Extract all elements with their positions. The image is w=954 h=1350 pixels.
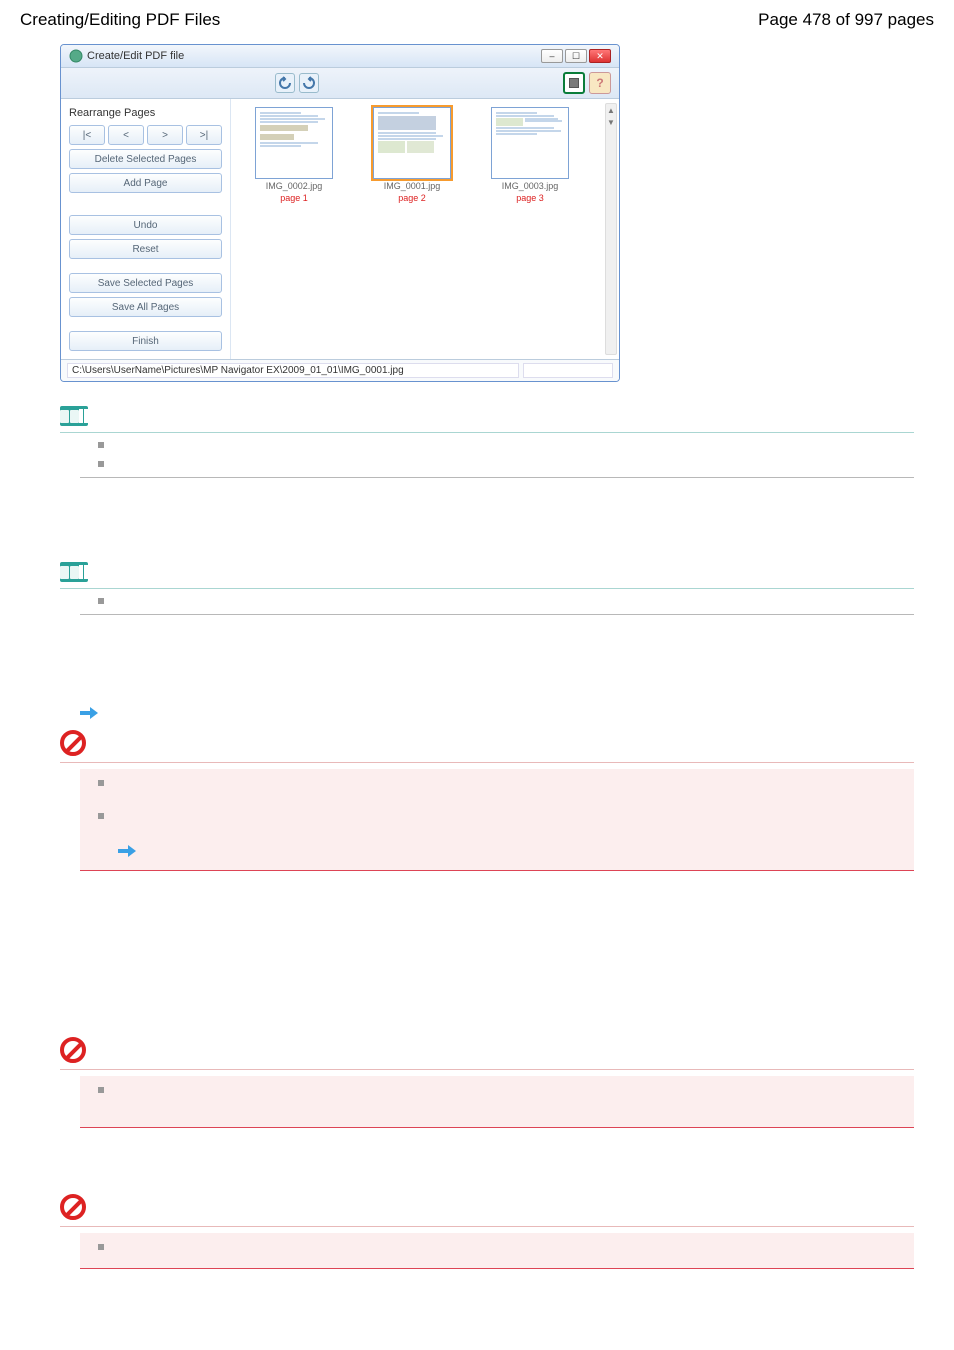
rearrange-label: Rearrange Pages	[69, 107, 222, 119]
separator	[60, 588, 914, 589]
thumbnail-filename: IMG_0003.jpg	[502, 181, 559, 191]
rotate-left-icon[interactable]	[275, 73, 295, 93]
separator	[60, 1069, 914, 1070]
note-icon	[60, 562, 88, 582]
undo-button[interactable]: Undo	[69, 215, 222, 235]
finish-button[interactable]: Finish	[69, 331, 222, 351]
important-bullet	[98, 1241, 914, 1250]
prev-page-button[interactable]: <	[108, 125, 144, 145]
thumbnail-item[interactable]: IMG_0002.jpg page 1	[239, 107, 349, 203]
separator	[60, 762, 914, 763]
important-bullet	[98, 810, 914, 819]
page-title: Creating/Editing PDF Files	[20, 10, 220, 30]
thumbnail-image	[491, 107, 569, 179]
thumbnail-item[interactable]: IMG_0001.jpg page 2	[357, 107, 467, 203]
save-all-button[interactable]: Save All Pages	[69, 297, 222, 317]
last-page-button[interactable]: >|	[186, 125, 222, 145]
thumbnail-filename: IMG_0001.jpg	[384, 181, 441, 191]
note-bullet	[98, 458, 934, 467]
delete-selected-button[interactable]: Delete Selected Pages	[69, 149, 222, 169]
important-icon	[60, 1194, 86, 1220]
thumbnail-pagenum: page 1	[280, 193, 308, 203]
window-toolbar: ?	[61, 68, 619, 99]
thumbnail-item[interactable]: IMG_0003.jpg page 3	[475, 107, 585, 203]
status-bar: C:\Users\UserName\Pictures\MP Navigator …	[61, 359, 619, 381]
window-title-bar: Create/Edit PDF file – ☐ ✕	[61, 45, 619, 68]
help-button[interactable]: ?	[589, 72, 611, 94]
thumbnail-filename: IMG_0002.jpg	[266, 181, 323, 191]
note-bullet	[98, 595, 934, 604]
rotate-right-icon[interactable]	[299, 73, 319, 93]
thumbnail-scrollbar[interactable]: ▲ ▼	[605, 103, 617, 355]
add-page-button[interactable]: Add Page	[69, 173, 222, 193]
reset-button[interactable]: Reset	[69, 239, 222, 259]
thumbnail-pagenum: page 3	[516, 193, 544, 203]
separator	[60, 432, 914, 433]
important-icon	[60, 1037, 86, 1063]
important-block	[80, 1233, 914, 1268]
first-page-button[interactable]: |<	[69, 125, 105, 145]
app-icon	[69, 49, 83, 63]
separator	[60, 1226, 914, 1227]
status-path: C:\Users\UserName\Pictures\MP Navigator …	[67, 363, 519, 378]
scroll-down-icon[interactable]: ▼	[606, 116, 616, 128]
sidebar-panel: Rearrange Pages |< < > >| Delete Selecte…	[61, 99, 231, 359]
thumbnail-pagenum: page 2	[398, 193, 426, 203]
thumbnail-image	[255, 107, 333, 179]
thumbnail-image	[373, 107, 451, 179]
scroll-up-icon[interactable]: ▲	[606, 104, 616, 116]
important-bullet	[98, 777, 914, 786]
view-mode-button[interactable]	[563, 72, 585, 94]
save-selected-button[interactable]: Save Selected Pages	[69, 273, 222, 293]
page-counter: Page 478 of 997 pages	[758, 10, 934, 30]
status-pane	[523, 363, 613, 378]
note-icon	[60, 406, 88, 426]
important-icon	[60, 730, 86, 756]
window-title: Create/Edit PDF file	[87, 50, 184, 62]
thumbnail-area: IMG_0002.jpg page 1 IMG_0001.jpg page 2	[231, 99, 619, 359]
separator	[80, 1268, 914, 1269]
note-bullet	[98, 439, 934, 448]
minimize-button[interactable]: –	[541, 49, 563, 63]
important-block	[80, 1076, 914, 1127]
arrow-right-icon	[78, 705, 934, 724]
important-bullet	[98, 1084, 914, 1093]
arrow-right-icon	[116, 843, 914, 862]
maximize-button[interactable]: ☐	[565, 49, 587, 63]
close-button[interactable]: ✕	[589, 49, 611, 63]
important-block	[80, 769, 914, 870]
create-edit-pdf-window: Create/Edit PDF file – ☐ ✕ ?	[60, 44, 620, 382]
next-page-button[interactable]: >	[147, 125, 183, 145]
